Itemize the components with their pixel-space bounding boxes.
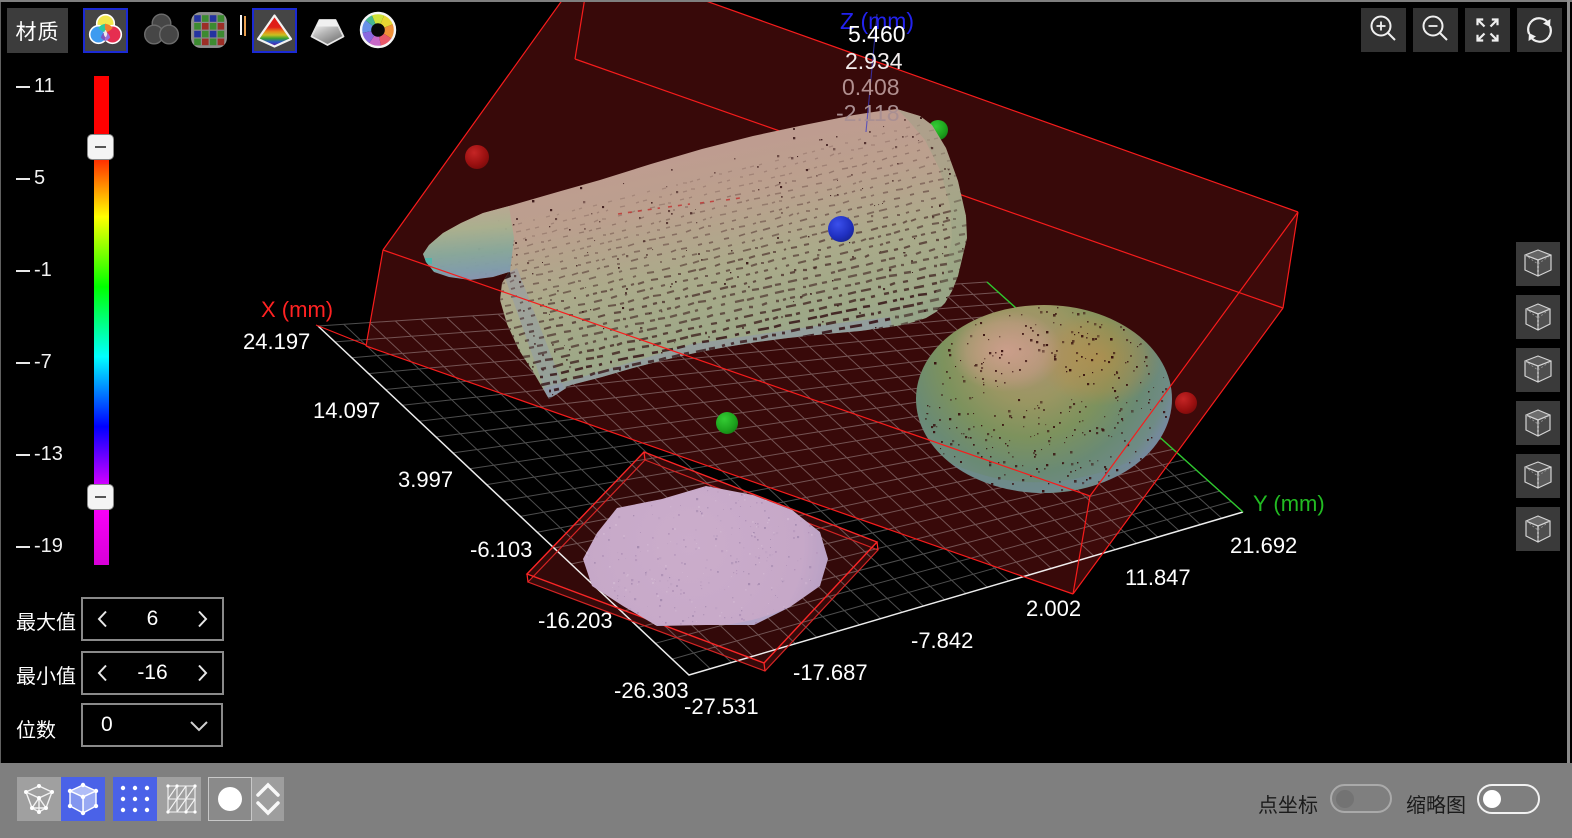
svg-text:-17.687: -17.687 bbox=[793, 660, 868, 685]
svg-text:14.097: 14.097 bbox=[313, 398, 380, 423]
svg-text:-2.118: -2.118 bbox=[836, 100, 900, 126]
svg-text:11.847: 11.847 bbox=[1125, 565, 1191, 590]
svg-text:Y (mm): Y (mm) bbox=[1253, 491, 1325, 516]
svg-text:5.460: 5.460 bbox=[848, 21, 906, 47]
svg-text:X (mm): X (mm) bbox=[261, 297, 333, 322]
svg-text:2.934: 2.934 bbox=[845, 48, 903, 74]
svg-text:-7.842: -7.842 bbox=[911, 628, 973, 653]
svg-text:0.408: 0.408 bbox=[842, 74, 900, 100]
svg-text:-26.303: -26.303 bbox=[614, 678, 689, 703]
svg-text:-27.531: -27.531 bbox=[684, 694, 759, 719]
svg-text:24.197: 24.197 bbox=[243, 329, 310, 354]
svg-text:21.692: 21.692 bbox=[1230, 533, 1297, 558]
svg-text:-16.203: -16.203 bbox=[538, 608, 613, 633]
svg-text:-6.103: -6.103 bbox=[470, 537, 532, 562]
svg-text:2.002: 2.002 bbox=[1026, 596, 1081, 621]
svg-text:3.997: 3.997 bbox=[398, 467, 453, 492]
